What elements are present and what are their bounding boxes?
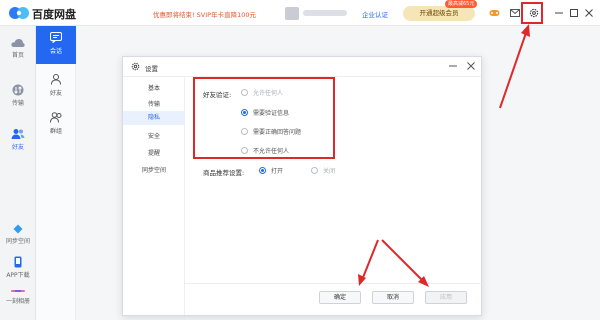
nav-item-transfer[interactable]: 传输 [0, 84, 36, 107]
nav-item-sync-space[interactable]: 同步空间 [0, 224, 36, 245]
game-icon[interactable] [486, 5, 502, 21]
nav-item-album[interactable]: 一刻相册 [0, 288, 36, 305]
subnav-label: 好友 [49, 90, 62, 97]
settings-tab-security[interactable]: 安全 [123, 131, 185, 140]
radio-recommend-on[interactable]: 打开 [259, 166, 283, 175]
settings-tab-sync-space[interactable]: 同步空间 [123, 165, 185, 174]
settings-tab-basic[interactable]: 基本 [123, 83, 185, 92]
arrow-to-gear [499, 24, 530, 109]
title-bar: 百度网盘 优惠即将结束! SVIP年卡直降100元 企业认证 开通超级会员 最高… [0, 0, 600, 26]
person-icon [51, 74, 61, 85]
nav-label: 同步空间 [5, 238, 30, 245]
cloud-icon [11, 39, 25, 47]
subnav-label: 会话 [49, 48, 62, 55]
settings-gear-icon [131, 62, 140, 71]
settings-tab-privacy[interactable]: 隐私 [123, 111, 185, 125]
gear-highlight-box [521, 2, 543, 24]
nav-label: 首页 [11, 52, 24, 59]
avatar[interactable] [285, 7, 299, 20]
subnav-label: 群组 [49, 128, 62, 135]
nav-label: 传输 [11, 100, 24, 107]
vip-button[interactable]: 开通超级会员 [403, 6, 475, 21]
radio-indicator [311, 167, 318, 174]
radio-label: 关闭 [323, 168, 336, 175]
nav-item-friends[interactable]: 好友 [0, 128, 36, 151]
subnav-item-groups[interactable]: 群组 [36, 112, 76, 135]
vip-discount-badge: 最高减65元 [445, 0, 478, 8]
chat-icon [50, 32, 62, 43]
dialog-header: 设置 [123, 57, 481, 77]
left-nav: 首页 传输 好友 同步空间 APP下载 一刻相册 [0, 26, 36, 320]
cancel-button[interactable]: 取消 [372, 291, 414, 304]
phone-icon [14, 256, 22, 268]
dialog-footer-divider [185, 283, 482, 284]
nav-label: 一刻相册 [5, 298, 30, 305]
radio-label: 打开 [271, 168, 284, 175]
maximize-icon[interactable] [566, 5, 582, 21]
enterprise-cert-link[interactable]: 企业认证 [362, 9, 388, 19]
username-blurred[interactable] [303, 10, 347, 16]
settings-tab-transfer[interactable]: 传输 [123, 99, 185, 108]
close-icon[interactable] [581, 5, 597, 21]
app-title: 百度网盘 [32, 8, 76, 21]
album-icon [11, 290, 25, 292]
settings-sidebar: 基本 传输 隐私 安全 提醒 同步空间 [123, 77, 185, 315]
product-recommend-label: 商品推荐设置: [203, 169, 245, 177]
nav-item-home[interactable]: 首页 [0, 38, 36, 59]
ok-button[interactable]: 确定 [319, 291, 361, 304]
friends-icon [11, 129, 25, 139]
nav-label: 好友 [11, 144, 24, 151]
minimize-icon[interactable] [551, 5, 567, 21]
subnav-item-friends[interactable]: 好友 [36, 74, 76, 97]
settings-dialog: 设置 基本 传输 隐私 安全 提醒 同步空间 好友验证: 允许任何人 需要验证信… [122, 56, 482, 316]
friends-subnav: 会话 好友 群组 [36, 26, 76, 320]
nav-label: APP下载 [6, 272, 30, 279]
settings-tab-reminder[interactable]: 提醒 [123, 148, 185, 157]
group-icon [49, 112, 61, 123]
transfer-icon [12, 84, 24, 96]
subnav-item-chat[interactable]: 会话 [36, 26, 76, 64]
nav-item-app-download[interactable]: APP下载 [0, 256, 36, 279]
radio-recommend-off[interactable]: 关闭 [311, 166, 335, 175]
apply-button[interactable]: 应用 [425, 291, 467, 304]
radio-indicator [259, 167, 266, 174]
dialog-minimize-icon[interactable] [447, 60, 459, 72]
friend-verify-highlight-box [193, 77, 335, 159]
dialog-title: 设置 [145, 65, 158, 73]
dialog-close-icon[interactable] [465, 60, 477, 72]
sync-space-icon [13, 224, 23, 234]
promo-link[interactable]: 优惠即将结束! SVIP年卡直降100元 [153, 9, 256, 19]
baidu-netdisk-logo-icon [9, 7, 29, 19]
